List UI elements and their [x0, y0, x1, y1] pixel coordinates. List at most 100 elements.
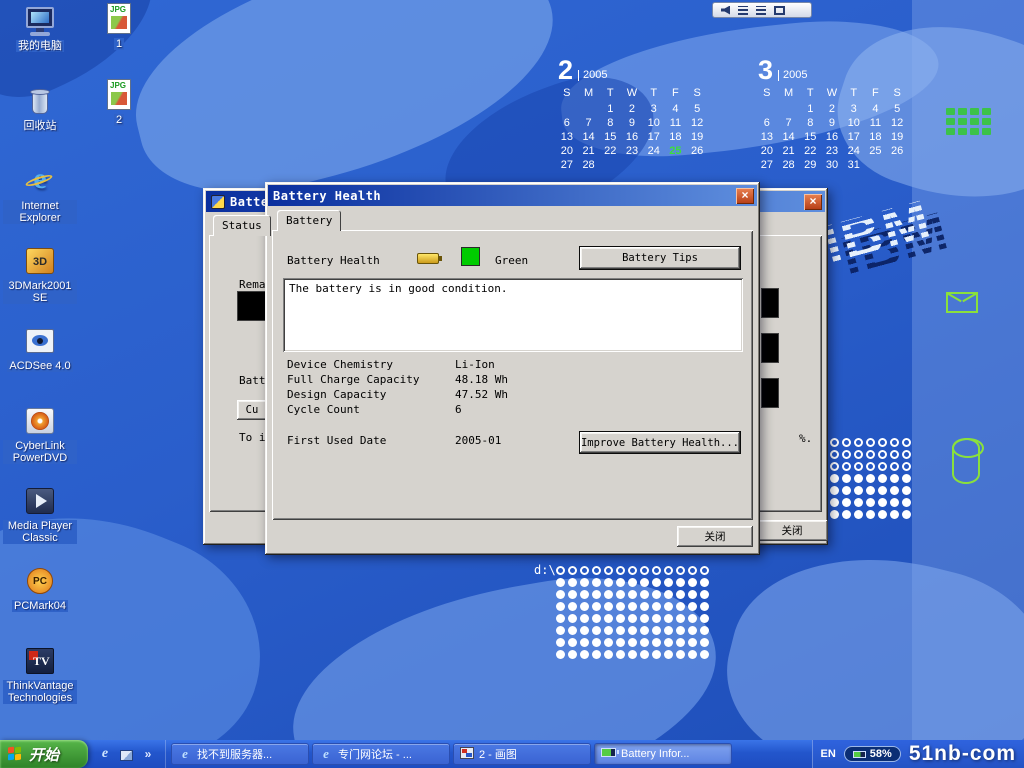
condition-textbox[interactable]: The battery is in good condition.: [283, 278, 743, 352]
speaker-icon[interactable]: [721, 6, 730, 15]
battery-meter-3: [761, 378, 779, 408]
calendar-day-header: W: [621, 87, 643, 100]
calendar-date: 30: [821, 159, 843, 172]
calendar-day-header: F: [865, 87, 887, 100]
condition-text: The battery is in good condition.: [289, 282, 508, 295]
close-icon[interactable]: [804, 194, 822, 210]
battery-percentage: 58%: [870, 748, 892, 760]
close-icon[interactable]: [736, 188, 754, 204]
calendar-date: 15: [599, 131, 621, 144]
calendar-date: 1: [599, 103, 621, 116]
taskbar-task-button[interactable]: Battery Infor...: [594, 743, 732, 765]
percent-label: %.: [799, 432, 812, 445]
calendar-date: 27: [556, 159, 578, 172]
improve-battery-health-button[interactable]: Improve Battery Health...: [580, 432, 740, 453]
desktop-jpg-file[interactable]: JPG 2: [96, 78, 142, 154]
desktop: IBM IBM d:\ 我的电脑 回收站 e Internet Expl: [0, 0, 1024, 768]
current-settings-button-label: Cu: [246, 404, 259, 416]
desktop-icon-image: 3D: [23, 244, 57, 278]
quick-launch-ie-icon[interactable]: e: [97, 746, 113, 762]
battery-meter-1: [761, 288, 779, 318]
battery-tips-button[interactable]: Battery Tips: [580, 247, 740, 269]
calendar-date: 17: [843, 131, 865, 144]
battery-health-titlebar[interactable]: Battery Health: [268, 185, 757, 206]
calendar-date: 14: [578, 131, 600, 144]
start-button[interactable]: 开始: [0, 740, 88, 768]
calendar-date: 20: [556, 145, 578, 158]
jpg-file-column: JPG 1 JPG 2: [96, 2, 142, 154]
task-button-icon: e: [319, 747, 333, 761]
calendar-date: 3: [643, 103, 665, 116]
field-label: First Used Date: [287, 434, 455, 449]
desktop-icon-image: [23, 324, 57, 358]
jpg-file-icon-image: JPG: [102, 78, 136, 112]
close-dialog-button[interactable]: 关闭: [677, 526, 753, 547]
calendar-date: 21: [778, 145, 800, 158]
quick-launch-overflow-chevron[interactable]: »: [140, 746, 156, 762]
calendar-date: 24: [643, 145, 665, 158]
quick-launch-show-desktop-icon[interactable]: [120, 750, 133, 761]
desktop-icon[interactable]: 回收站: [2, 84, 78, 164]
jpg-file-icon: JPG: [102, 78, 136, 112]
display-icon[interactable]: [774, 6, 785, 15]
close-window-button[interactable]: 关闭: [756, 520, 828, 541]
battery-icon: [601, 748, 616, 757]
taskbar-task-button[interactable]: e 找不到服务器...: [171, 743, 309, 765]
calendar-date: 16: [621, 131, 643, 144]
brightness-slider-icon[interactable]: [756, 6, 766, 15]
desktop-icon[interactable]: 我的电脑: [2, 4, 78, 84]
field-value: 47.52 Wh: [455, 388, 508, 403]
tab-battery[interactable]: Battery: [277, 210, 341, 231]
tab-status[interactable]: Status: [213, 215, 271, 236]
desktop-jpg-file[interactable]: JPG 1: [96, 2, 142, 78]
desktop-icon-image: e: [23, 164, 57, 198]
battery-detail-fields: Device Chemistry Li-Ion Full Charge Capa…: [287, 358, 508, 418]
volume-slider-icon[interactable]: [738, 6, 748, 15]
calendar-day-header: W: [821, 87, 843, 100]
field-value: 2005-01: [455, 434, 501, 449]
taskbar-task-button[interactable]: e 专门网论坛 - ...: [312, 743, 450, 765]
desktop-icon[interactable]: 3D 3DMark2001 SE: [2, 244, 78, 324]
calendar-date: 15: [799, 131, 821, 144]
recycle-bin-icon: [23, 84, 57, 118]
desktop-icon[interactable]: TV ThinkVantage Technologies: [2, 644, 78, 724]
calendar-date: 25: [665, 145, 687, 158]
desktop-icon[interactable]: e Internet Explorer: [2, 164, 78, 244]
field-label: Full Charge Capacity: [287, 373, 455, 388]
battery-tray-indicator[interactable]: 58%: [844, 746, 901, 762]
calendar-date: 19: [686, 131, 708, 144]
calendar-date: 23: [821, 145, 843, 158]
pcmark-icon: PC: [23, 564, 57, 598]
calendar-date: 9: [621, 117, 643, 130]
current-settings-button[interactable]: Cu: [237, 400, 267, 420]
calendar-day-header: S: [556, 87, 578, 100]
desktop-icon[interactable]: Media Player Classic: [2, 484, 78, 564]
desktop-icon[interactable]: PC PCMark04: [2, 564, 78, 644]
volume-osd-toolbar: [712, 2, 812, 18]
desktop-icon-label: CyberLink PowerDVD: [3, 440, 77, 464]
battery-meter-2: [761, 333, 779, 363]
field-row: Full Charge Capacity 48.18 Wh: [287, 373, 508, 388]
calendar-dates: 1234567891011121314151617181920212223242…: [556, 103, 708, 172]
calendar-year: 2005: [778, 70, 807, 81]
calendar-date: 1: [799, 103, 821, 116]
calendar-date: 18: [865, 131, 887, 144]
calendar-day-header: S: [886, 87, 908, 100]
calendar-date: 6: [756, 117, 778, 130]
calendar-date: 2: [621, 103, 643, 116]
powerdvd-icon: [23, 404, 57, 438]
calendar-day-header: M: [578, 87, 600, 100]
battery-health-title: Battery Health: [273, 189, 381, 203]
desktop-icon[interactable]: CyberLink PowerDVD: [2, 404, 78, 484]
calendar-date: [756, 103, 778, 116]
battery-health-label: Battery Health: [287, 254, 380, 267]
calendar-date: 13: [556, 131, 578, 144]
start-button-label: 开始: [29, 744, 59, 765]
language-indicator[interactable]: EN: [821, 748, 836, 760]
taskbar-task-button[interactable]: 2 - 画图: [453, 743, 591, 765]
calendar-date: 10: [843, 117, 865, 130]
desktop-icon-label: Media Player Classic: [3, 520, 77, 544]
desktop-icon-label: 回收站: [22, 120, 59, 132]
desktop-icon[interactable]: ACDSee 4.0: [2, 324, 78, 404]
task-button-label: 专门网论坛 - ...: [338, 746, 412, 762]
